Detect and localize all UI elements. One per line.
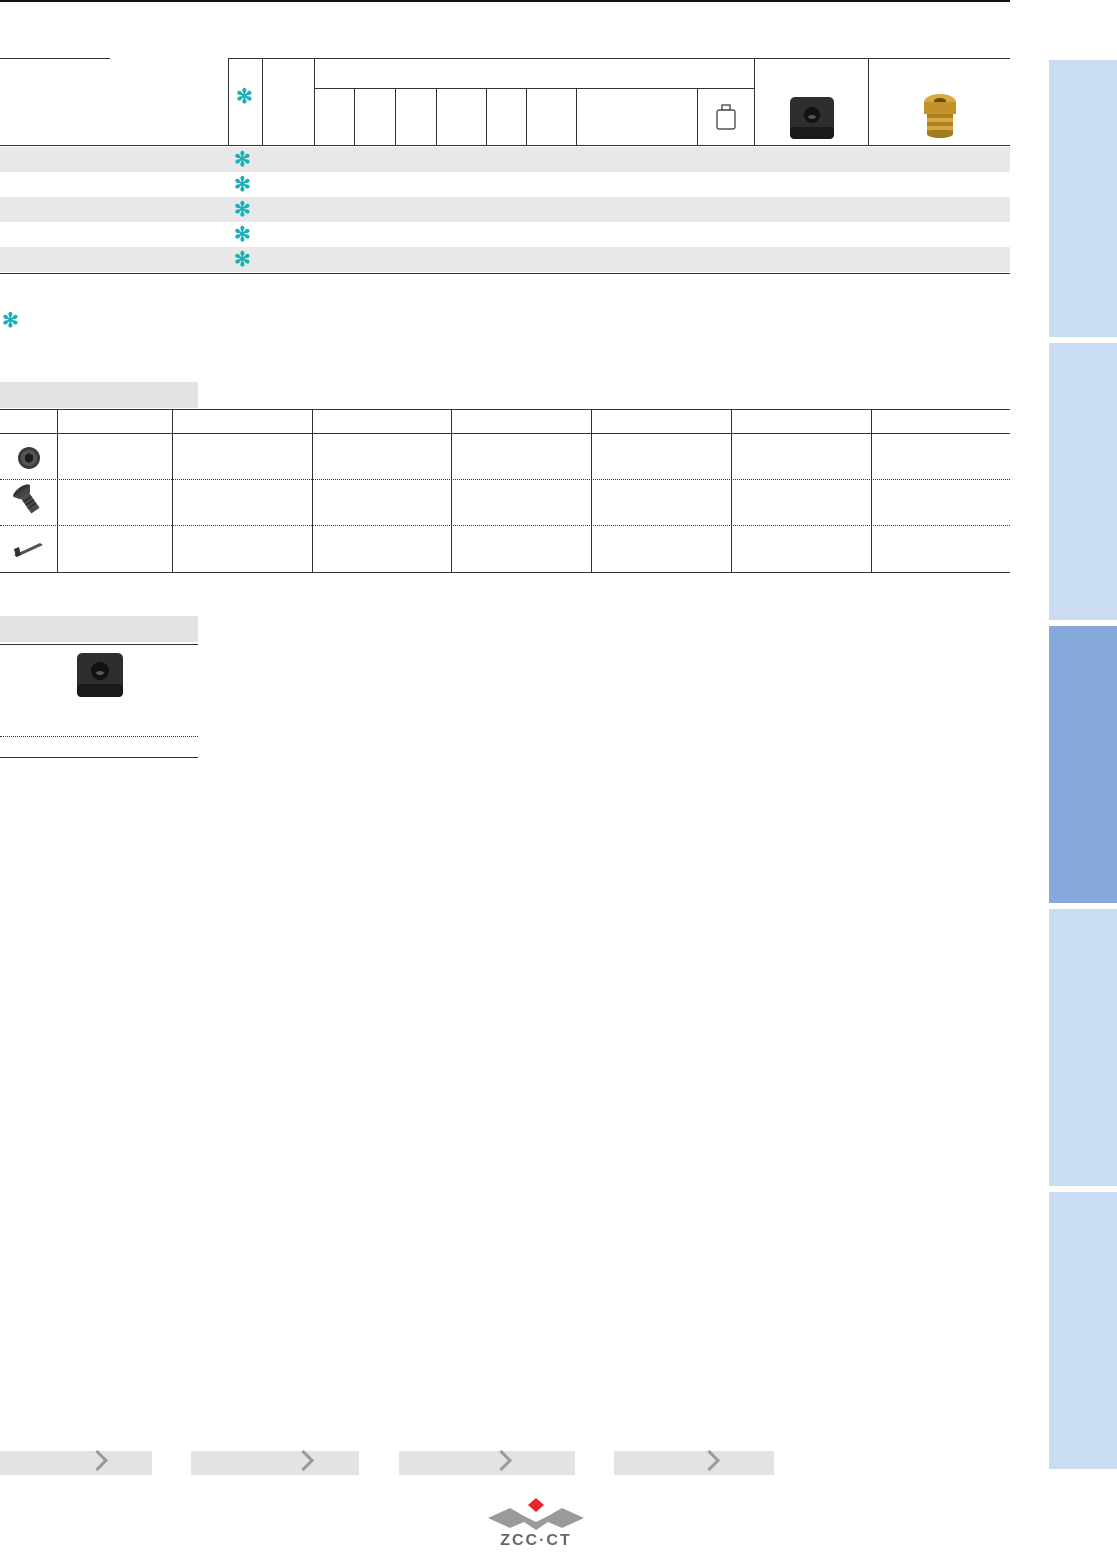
side-tab-2[interactable] — [1049, 343, 1117, 620]
weight-icon — [716, 104, 736, 130]
row-symbol: ✻ — [234, 249, 251, 271]
side-tab-3-active[interactable] — [1049, 626, 1117, 903]
row-symbol: ✻ — [234, 149, 251, 171]
brass-coolant-nozzle-icon — [915, 90, 965, 142]
side-tab-1[interactable] — [1049, 60, 1117, 337]
top-rule — [0, 0, 1010, 2]
header-symbol: ✻ — [236, 86, 253, 108]
table-row: ✻ — [0, 247, 1010, 272]
logo-text: ZCC·CT — [500, 1532, 572, 1549]
row-symbol: ✻ — [234, 199, 251, 221]
table-row: ✻ — [0, 222, 1010, 247]
table-row: ✻ — [0, 197, 1010, 222]
table-row: ✻ — [0, 172, 1010, 197]
footnote-symbol: ✻ — [2, 310, 19, 332]
nav-button-3[interactable] — [399, 1449, 575, 1475]
insert-image-icon — [75, 651, 125, 699]
insert-heading-bar — [0, 616, 198, 642]
nav-button-4[interactable] — [614, 1449, 774, 1475]
nav-button-2[interactable] — [191, 1449, 359, 1475]
square-insert-icon — [788, 95, 836, 141]
table-row: ✻ — [0, 147, 1010, 172]
chevron-right-icon — [490, 1449, 513, 1472]
key-wrench-icon — [10, 535, 48, 563]
chevron-right-icon — [698, 1449, 721, 1472]
torx-screw-icon — [10, 483, 46, 517]
row-symbol: ✻ — [234, 224, 251, 246]
side-tab-5[interactable] — [1049, 1192, 1117, 1469]
side-tab-4[interactable] — [1049, 909, 1117, 1186]
row-symbol: ✻ — [234, 174, 251, 196]
set-screw-icon — [16, 445, 42, 471]
chevron-right-icon — [86, 1449, 109, 1472]
spare-parts-heading-bar — [0, 382, 198, 408]
nav-button-1[interactable] — [0, 1449, 152, 1475]
spare-parts-table — [0, 409, 1010, 573]
chevron-right-icon — [292, 1449, 315, 1472]
product-table: ✻ ✻ ✻ ✻ ✻ ✻ — [0, 58, 1010, 274]
company-logo — [486, 1496, 586, 1532]
insert-row-divider — [0, 736, 198, 737]
